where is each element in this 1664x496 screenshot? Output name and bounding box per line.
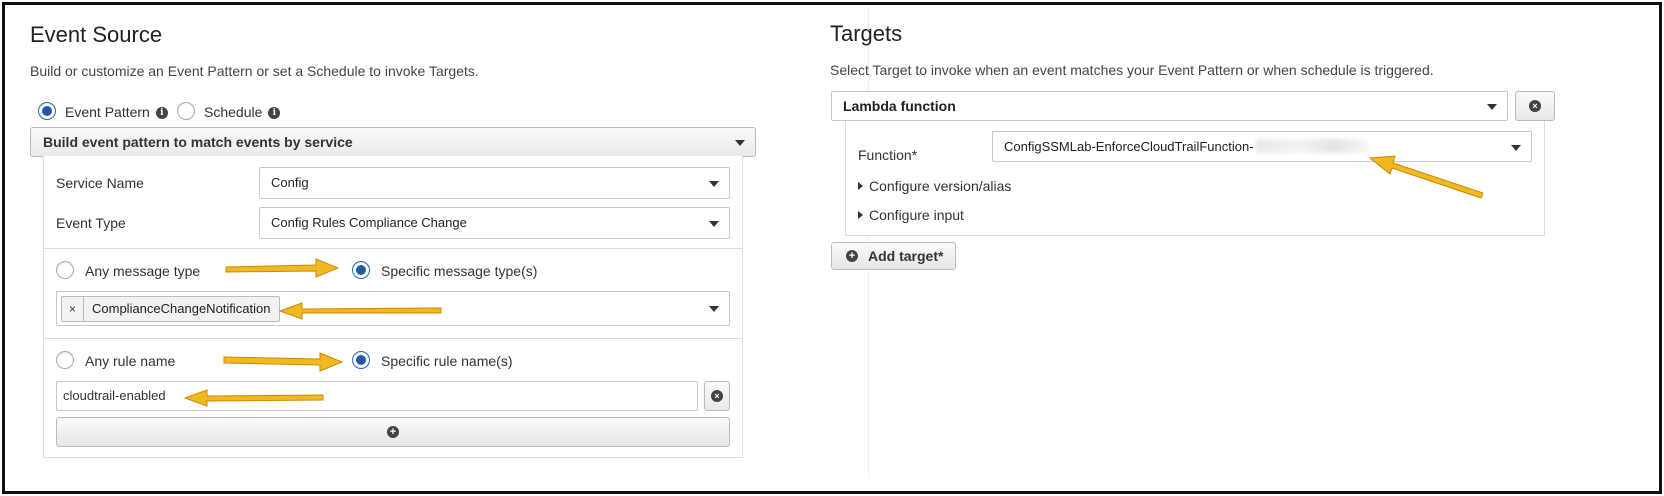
tag-remove-icon[interactable]: × bbox=[62, 297, 84, 321]
function-value: ConfigSSMLab-EnforceCloudTrailFunction- bbox=[1004, 139, 1254, 154]
event-pattern-option: Event Pattern i bbox=[65, 104, 168, 120]
event-source-title: Event Source bbox=[30, 22, 163, 47]
caret-down-icon bbox=[709, 306, 719, 312]
add-target-label: Add target* bbox=[868, 248, 944, 264]
remove-target-button[interactable]: × bbox=[1515, 91, 1555, 121]
section-separator bbox=[44, 248, 742, 249]
service-name-label: Service Name bbox=[56, 175, 144, 191]
service-name-select[interactable]: Config bbox=[259, 167, 730, 199]
caret-down-icon bbox=[1487, 104, 1497, 110]
event-pattern-radio[interactable] bbox=[38, 102, 56, 120]
configure-input-label: Configure input bbox=[869, 207, 964, 223]
remove-circle-icon: × bbox=[711, 390, 723, 402]
event-pattern-label: Event Pattern bbox=[65, 104, 150, 120]
target-type-select[interactable]: Lambda function bbox=[831, 91, 1508, 121]
function-label: Function* bbox=[858, 147, 918, 163]
specific-message-type-radio[interactable] bbox=[352, 261, 370, 279]
remove-rule-name-button[interactable]: × bbox=[704, 381, 730, 411]
any-message-type-radio[interactable] bbox=[56, 261, 74, 279]
target-type-value: Lambda function bbox=[843, 98, 956, 114]
service-name-value: Config bbox=[271, 175, 309, 190]
rule-name-input[interactable]: cloudtrail-enabled bbox=[56, 381, 698, 411]
function-select[interactable]: ConfigSSMLab-EnforceCloudTrailFunction- bbox=[992, 131, 1532, 162]
redacted-suffix bbox=[1255, 139, 1368, 153]
add-target-button[interactable]: + Add target* bbox=[831, 242, 957, 270]
triangle-right-icon bbox=[858, 211, 863, 219]
caret-down-icon bbox=[735, 140, 745, 146]
any-rule-name-radio[interactable] bbox=[56, 351, 74, 369]
any-message-type-label: Any message type bbox=[85, 263, 201, 279]
any-rule-name-label: Any rule name bbox=[85, 353, 176, 369]
event-type-select[interactable]: Config Rules Compliance Change bbox=[259, 207, 730, 239]
plus-circle-icon: + bbox=[387, 426, 399, 438]
specific-message-type-label: Specific message type(s) bbox=[381, 263, 538, 279]
message-type-tag: × ComplianceChangeNotification bbox=[61, 296, 280, 322]
caret-down-icon bbox=[1511, 145, 1521, 151]
configure-input-toggle[interactable]: Configure input bbox=[858, 207, 964, 223]
plus-circle-icon: + bbox=[846, 250, 858, 262]
info-icon[interactable]: i bbox=[268, 107, 281, 120]
event-type-value: Config Rules Compliance Change bbox=[271, 215, 467, 230]
section-separator bbox=[44, 338, 742, 339]
triangle-right-icon bbox=[858, 182, 863, 190]
caret-down-icon bbox=[709, 221, 719, 227]
schedule-radio[interactable] bbox=[177, 102, 195, 120]
schedule-option: Schedule i bbox=[204, 104, 281, 120]
configure-version-alias-toggle[interactable]: Configure version/alias bbox=[858, 178, 1011, 194]
add-rule-name-button[interactable]: + bbox=[56, 417, 730, 447]
targets-description: Select Target to invoke when an event ma… bbox=[830, 62, 1434, 78]
tag-label: ComplianceChangeNotification bbox=[92, 301, 271, 316]
targets-title: Targets bbox=[830, 21, 903, 46]
specific-rule-name-radio[interactable] bbox=[352, 351, 370, 369]
configure-version-alias-label: Configure version/alias bbox=[869, 178, 1012, 194]
specific-rule-name-label: Specific rule name(s) bbox=[381, 353, 513, 369]
event-source-description: Build or customize an Event Pattern or s… bbox=[30, 63, 479, 79]
pattern-builder-header: Build event pattern to match events by s… bbox=[43, 134, 353, 150]
event-type-label: Event Type bbox=[56, 215, 126, 231]
remove-circle-icon: × bbox=[1529, 100, 1541, 112]
info-icon[interactable]: i bbox=[155, 107, 168, 120]
schedule-label: Schedule bbox=[204, 104, 263, 120]
caret-down-icon bbox=[709, 181, 719, 187]
pattern-builder-dropdown[interactable]: Build event pattern to match events by s… bbox=[30, 127, 756, 157]
